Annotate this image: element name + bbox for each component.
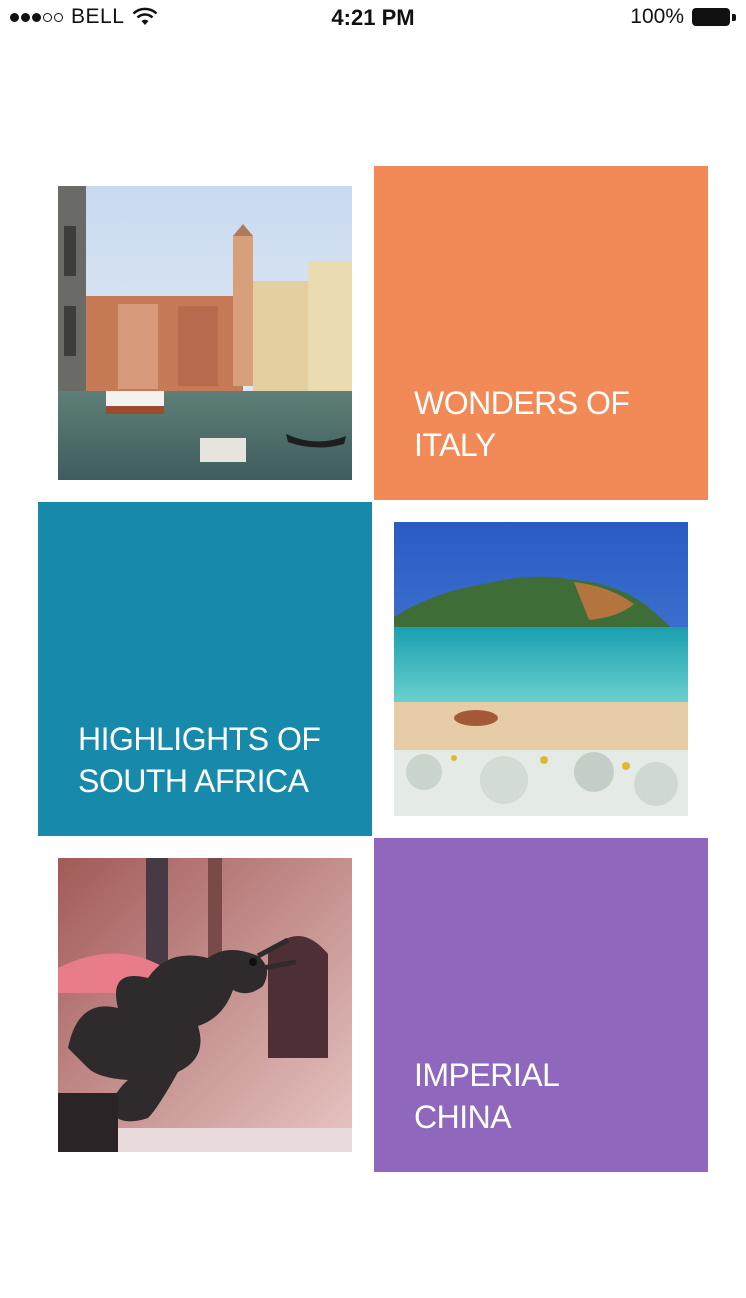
status-bar: BELL 4:21 PM 100% xyxy=(0,0,746,36)
chinese-dragon-statue-photo[interactable] xyxy=(58,858,352,1152)
tile-title: IMPERIAL CHINA xyxy=(414,1057,559,1135)
battery-percentage: 100% xyxy=(630,5,684,28)
venice-canal-photo[interactable] xyxy=(58,186,352,480)
highlights-of-south-africa-tile[interactable]: HIGHLIGHTS OF SOUTH AFRICA xyxy=(38,502,372,836)
wonders-of-italy-tile[interactable]: WONDERS OF ITALY xyxy=(374,166,708,500)
status-right: 100% xyxy=(630,5,736,28)
tile-title: HIGHLIGHTS OF SOUTH AFRICA xyxy=(78,721,321,799)
imperial-china-tile[interactable]: IMPERIAL CHINA xyxy=(374,838,708,1172)
battery-icon xyxy=(692,8,736,26)
south-africa-beach-photo[interactable] xyxy=(394,522,688,816)
tile-title: WONDERS OF ITALY xyxy=(414,385,630,463)
